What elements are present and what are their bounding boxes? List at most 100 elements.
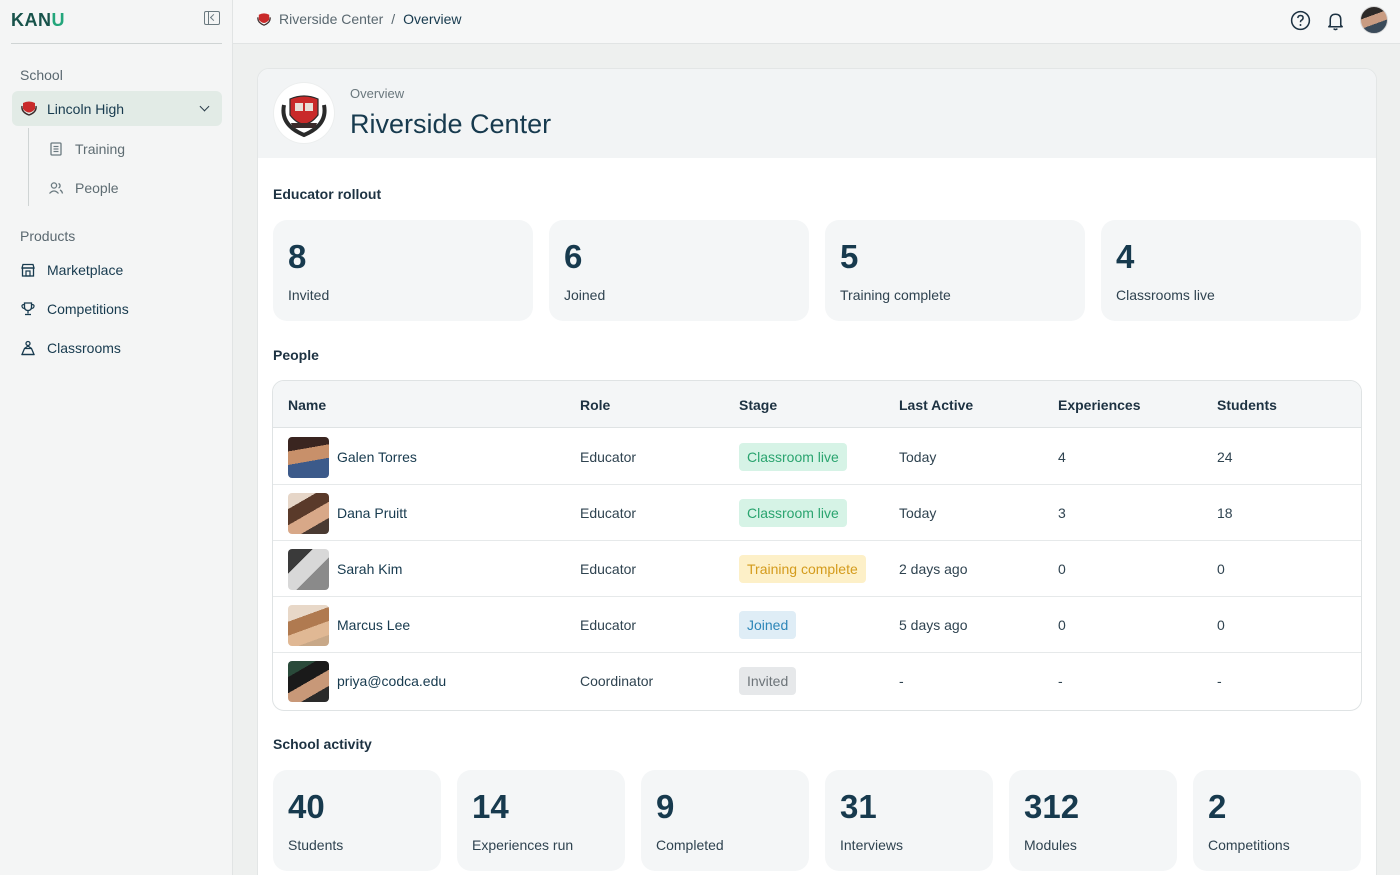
stat-value: 312 (1024, 788, 1080, 825)
column-header-students[interactable]: Students (1217, 397, 1277, 413)
school-name: Lincoln High (47, 101, 125, 117)
status-badge: Classroom live (739, 499, 847, 527)
sidebar-item-label: Classrooms (47, 340, 121, 356)
sidebar: KANU School Lincoln High Training People… (0, 0, 233, 875)
page-header: Overview Riverside Center (258, 69, 1376, 158)
stat-value: 5 (840, 238, 859, 275)
column-header-stage[interactable]: Stage (739, 397, 777, 413)
stat-label: Modules (1024, 837, 1077, 853)
avatar (288, 661, 329, 702)
overview-card: Overview Riverside Center Educator rollo… (257, 68, 1377, 875)
column-header-name[interactable]: Name (288, 397, 326, 413)
table-row[interactable]: Sarah Kim Educator Training complete 2 d… (273, 541, 1361, 597)
stat-label: Invited (288, 287, 330, 303)
last-active: Today (899, 505, 937, 521)
collapse-sidebar-icon[interactable] (204, 11, 220, 25)
kanu-logo[interactable]: KANU (11, 10, 65, 31)
sidebar-item-marketplace[interactable]: Marketplace (20, 259, 123, 281)
status-badge: Classroom live (739, 443, 847, 471)
stat-card-completed: 9 Completed (641, 770, 809, 871)
sidebar-header: KANU (11, 8, 222, 44)
sidebar-item-label: People (75, 180, 119, 196)
person-role: Educator (580, 505, 637, 521)
stat-card-competitions: 2 Competitions (1193, 770, 1361, 871)
person-role: Educator (580, 617, 637, 633)
stat-label: Students (288, 837, 344, 853)
students-count: - (1217, 673, 1222, 689)
last-active: 2 days ago (899, 561, 968, 577)
stat-label: Completed (656, 837, 724, 853)
table-row[interactable]: Dana Pruitt Educator Classroom live Toda… (273, 485, 1361, 541)
table-row[interactable]: Marcus Lee Educator Joined 5 days ago 0 … (273, 597, 1361, 653)
help-icon[interactable] (1290, 10, 1311, 31)
sidebar-item-label: Competitions (47, 301, 129, 317)
sidebar-item-competitions[interactable]: Competitions (20, 298, 129, 320)
column-header-role[interactable]: Role (580, 397, 610, 413)
stat-value: 40 (288, 788, 325, 825)
top-actions (1290, 6, 1388, 34)
students-count: 0 (1217, 561, 1225, 577)
stat-value: 8 (288, 238, 307, 275)
chevron-down-icon (199, 101, 210, 112)
status-badge: Training complete (739, 555, 866, 583)
person-role: Educator (580, 561, 637, 577)
stat-card-invited: 8 Invited (273, 220, 533, 321)
experiences-count: 3 (1058, 505, 1066, 521)
sidebar-item-training[interactable]: Training (48, 138, 125, 160)
document-icon (50, 142, 62, 156)
table-row[interactable]: Galen Torres Educator Classroom live Tod… (273, 429, 1361, 485)
stat-card-experiences-run: 14 Experiences run (457, 770, 625, 871)
sidebar-item-classrooms[interactable]: Classrooms (20, 337, 121, 359)
experiences-count: 0 (1058, 561, 1066, 577)
stat-value: 14 (472, 788, 509, 825)
column-header-last-active[interactable]: Last Active (899, 397, 973, 413)
classroom-icon (21, 340, 35, 356)
stat-label: Interviews (840, 837, 904, 853)
page-subtitle: Overview (350, 86, 405, 101)
sidebar-item-people[interactable]: People (48, 177, 119, 199)
stat-card-classrooms-live: 4 Classrooms live (1101, 220, 1361, 321)
column-header-experiences[interactable]: Experiences (1058, 397, 1141, 413)
school-crest-icon (21, 101, 37, 116)
stat-value: 31 (840, 788, 877, 825)
stat-label: Classrooms live (1116, 287, 1215, 303)
person-name[interactable]: Sarah Kim (337, 561, 402, 577)
stat-label: Training complete (840, 287, 951, 303)
activity-title: School activity (273, 736, 372, 752)
school-crest-icon (257, 12, 271, 26)
stat-card-joined: 6 Joined (549, 220, 809, 321)
status-badge: Invited (739, 667, 797, 695)
person-name[interactable]: Dana Pruitt (337, 505, 407, 521)
person-name[interactable]: Galen Torres (337, 449, 417, 465)
rollout-title: Educator rollout (273, 186, 382, 202)
person-role: Coordinator (580, 673, 654, 689)
school-section-label: School (20, 67, 63, 83)
experiences-count: 0 (1058, 617, 1066, 633)
avatar (288, 605, 329, 646)
products-section-label: Products (20, 228, 76, 244)
school-selector[interactable]: Lincoln High (12, 91, 222, 126)
sidebar-item-label: Training (75, 141, 126, 157)
last-active: Today (899, 449, 937, 465)
stat-card-interviews: 31 Interviews (825, 770, 993, 871)
bell-icon[interactable] (1325, 10, 1346, 31)
avatar (288, 493, 329, 534)
person-role: Educator (580, 449, 637, 465)
last-active: 5 days ago (899, 617, 968, 633)
stat-value: 6 (564, 238, 583, 275)
experiences-count: 4 (1058, 449, 1066, 465)
people-title: People (273, 347, 319, 363)
breadcrumb-separator: / (391, 11, 396, 27)
user-avatar[interactable] (1360, 6, 1388, 34)
school-crest-logo (274, 83, 334, 143)
breadcrumb-root[interactable]: Riverside Center (279, 11, 383, 27)
table-row[interactable]: priya@codca.edu Coordinator Invited - - … (273, 653, 1361, 709)
rollout-stats: 8 Invited 6 Joined 5 Training complete 4… (273, 220, 1361, 321)
stat-value: 4 (1116, 238, 1135, 275)
stat-card-modules: 312 Modules (1009, 770, 1177, 871)
table-header: Name Role Stage Last Active Experiences … (273, 381, 1361, 428)
person-name[interactable]: Marcus Lee (337, 617, 410, 633)
stat-label: Experiences run (472, 837, 574, 853)
person-name[interactable]: priya@codca.edu (337, 673, 446, 689)
stat-value: 2 (1208, 788, 1227, 825)
